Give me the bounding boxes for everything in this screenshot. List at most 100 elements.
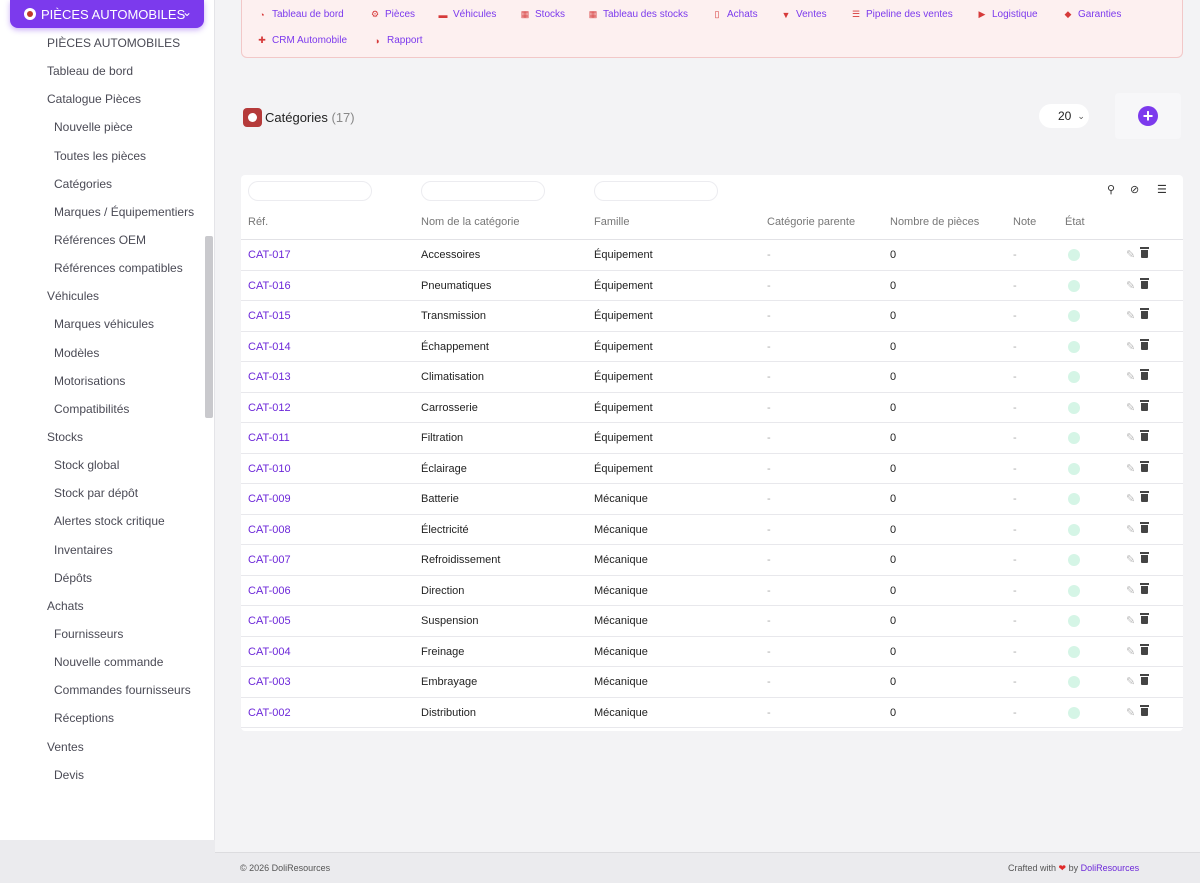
sidebar-item[interactable]: Ventes	[0, 733, 205, 761]
clear-filter-icon[interactable]: ⊘	[1130, 183, 1139, 196]
edit-icon[interactable]: ✎	[1126, 492, 1135, 505]
delete-icon[interactable]	[1140, 552, 1149, 563]
edit-icon[interactable]: ✎	[1126, 401, 1135, 414]
edit-icon[interactable]: ✎	[1126, 370, 1135, 383]
column-header[interactable]: Catégorie parente	[767, 216, 855, 228]
category-ref-link[interactable]: CAT-006	[248, 585, 291, 597]
filter-ref-input[interactable]	[248, 181, 372, 201]
edit-icon[interactable]: ✎	[1126, 706, 1135, 719]
sidebar-item[interactable]: Références OEM	[0, 226, 205, 254]
sidebar-item[interactable]: Stock par dépôt	[0, 479, 205, 507]
sidebar-item[interactable]: Dépôts	[0, 564, 205, 592]
delete-icon[interactable]	[1140, 582, 1149, 594]
nav-item[interactable]: ◑ Rapport	[372, 35, 422, 46]
sidebar-item[interactable]: Toutes les pièces	[0, 142, 205, 170]
category-ref-link[interactable]: CAT-013	[248, 371, 291, 383]
edit-icon[interactable]: ✎	[1126, 248, 1135, 261]
category-ref-link[interactable]: CAT-007	[248, 554, 291, 566]
sidebar-item[interactable]: Marques véhicules	[0, 310, 205, 338]
delete-icon[interactable]	[1140, 491, 1149, 502]
sidebar-item[interactable]: Modèles	[0, 339, 205, 367]
nav-item[interactable]: ◆ Garanties	[1063, 9, 1122, 20]
sidebar-item[interactable]: Catalogue Pièces	[0, 85, 205, 113]
delete-icon[interactable]	[1140, 613, 1149, 624]
sidebar-item[interactable]: Réceptions	[0, 704, 205, 732]
sidebar-item[interactable]: Véhicules	[0, 282, 205, 310]
nav-item[interactable]: ⚙ Pièces	[370, 9, 415, 20]
category-ref-link[interactable]: CAT-017	[248, 249, 291, 261]
delete-icon[interactable]	[1140, 399, 1149, 411]
delete-icon[interactable]	[1140, 308, 1149, 319]
sidebar-item[interactable]: PIÈCES AUTOMOBILES	[0, 29, 205, 57]
category-ref-link[interactable]: CAT-011	[248, 432, 290, 444]
footer-brand-link[interactable]: DoliResources	[1081, 863, 1140, 873]
filter-name-input[interactable]	[421, 181, 545, 201]
delete-icon[interactable]	[1140, 460, 1149, 472]
edit-icon[interactable]: ✎	[1126, 645, 1135, 658]
sidebar-item[interactable]: Alertes stock critique	[0, 507, 205, 535]
edit-icon[interactable]: ✎	[1126, 309, 1135, 322]
edit-icon[interactable]: ✎	[1126, 553, 1135, 566]
sidebar-item[interactable]: Marques / Équipementiers	[0, 198, 205, 226]
module-switcher-button[interactable]: PIÈCES AUTOMOBILES ⌄	[10, 0, 204, 28]
column-header[interactable]: Nom de la catégorie	[421, 216, 519, 228]
category-ref-link[interactable]: CAT-005	[248, 615, 291, 627]
edit-icon[interactable]: ✎	[1126, 614, 1135, 627]
category-ref-link[interactable]: CAT-008	[248, 524, 291, 536]
column-header[interactable]: État	[1065, 216, 1085, 228]
column-header[interactable]: Nombre de pièces	[890, 216, 979, 228]
sidebar-item[interactable]: Fournisseurs	[0, 620, 205, 648]
edit-icon[interactable]: ✎	[1126, 523, 1135, 536]
nav-item[interactable]: ☰ Pipeline des ventes	[851, 9, 953, 20]
category-ref-link[interactable]: CAT-002	[248, 707, 291, 719]
edit-icon[interactable]: ✎	[1126, 279, 1135, 292]
sidebar-item[interactable]: Catégories	[0, 170, 205, 198]
delete-icon[interactable]	[1140, 704, 1149, 716]
edit-icon[interactable]: ✎	[1126, 431, 1135, 444]
nav-item[interactable]: ▦ Stocks	[520, 9, 565, 20]
delete-icon[interactable]	[1140, 430, 1149, 441]
add-category-button[interactable]: +	[1138, 106, 1158, 126]
edit-icon[interactable]: ✎	[1126, 584, 1135, 597]
sidebar-item[interactable]: Achats	[0, 592, 205, 620]
nav-item[interactable]: ◔ Tableau de bord	[257, 9, 343, 20]
sidebar-scrollbar[interactable]	[205, 236, 213, 418]
category-ref-link[interactable]: CAT-014	[248, 341, 291, 353]
column-list-icon[interactable]: ☰	[1157, 183, 1167, 196]
sidebar-item[interactable]: Nouvelle commande	[0, 648, 205, 676]
search-icon[interactable]: ⚲	[1107, 183, 1115, 196]
column-header[interactable]: Famille	[594, 216, 629, 228]
delete-icon[interactable]	[1140, 643, 1149, 655]
page-size-select[interactable]: 20 ⌄	[1039, 104, 1089, 128]
delete-icon[interactable]	[1140, 369, 1149, 380]
delete-icon[interactable]	[1140, 674, 1149, 685]
nav-item[interactable]: ✚ CRM Automobile	[257, 35, 347, 46]
sidebar-item[interactable]: Nouvelle pièce	[0, 113, 205, 141]
category-ref-link[interactable]: CAT-012	[248, 402, 291, 414]
sidebar-item[interactable]: Références compatibles	[0, 254, 205, 282]
filter-family-input[interactable]	[594, 181, 718, 201]
sidebar-item[interactable]: Motorisations	[0, 367, 205, 395]
edit-icon[interactable]: ✎	[1126, 340, 1135, 353]
category-ref-link[interactable]: CAT-015	[248, 310, 291, 322]
sidebar-item[interactable]: Compatibilités	[0, 395, 205, 423]
edit-icon[interactable]: ✎	[1126, 675, 1135, 688]
nav-item[interactable]: ▯ Achats	[712, 9, 758, 20]
sidebar-item[interactable]: Commandes fournisseurs	[0, 676, 205, 704]
category-ref-link[interactable]: CAT-003	[248, 676, 291, 688]
sidebar-item[interactable]: Stock global	[0, 451, 205, 479]
nav-item[interactable]: ▦ Tableau des stocks	[588, 9, 688, 20]
delete-icon[interactable]	[1140, 247, 1149, 258]
category-ref-link[interactable]: CAT-010	[248, 463, 291, 475]
sidebar-item[interactable]: Inventaires	[0, 536, 205, 564]
nav-item[interactable]: ▼ Ventes	[781, 9, 827, 20]
column-header[interactable]: Réf.	[248, 216, 268, 228]
category-ref-link[interactable]: CAT-016	[248, 280, 291, 292]
sidebar-item[interactable]: Devis	[0, 761, 205, 789]
sidebar-item[interactable]: Tableau de bord	[0, 57, 205, 85]
column-header[interactable]: Note	[1013, 216, 1036, 228]
delete-icon[interactable]	[1140, 277, 1149, 289]
sidebar-item[interactable]: Stocks	[0, 423, 205, 451]
category-ref-link[interactable]: CAT-004	[248, 646, 291, 658]
edit-icon[interactable]: ✎	[1126, 462, 1135, 475]
